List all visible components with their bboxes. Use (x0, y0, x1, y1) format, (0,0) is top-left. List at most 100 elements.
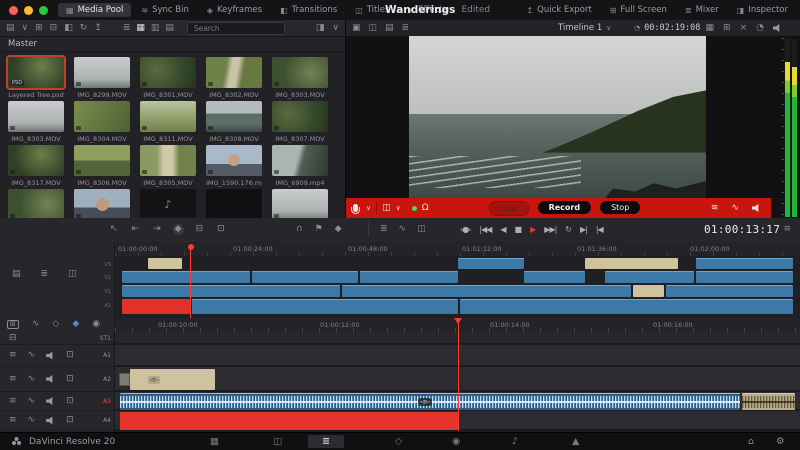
overview-playhead[interactable] (190, 244, 191, 318)
headphones-icon[interactable]: Ω (422, 203, 429, 213)
bin-breadcrumb[interactable]: Master (0, 37, 345, 52)
clip-thumbnail[interactable] (74, 101, 130, 132)
flag-icon[interactable]: ⚑ (315, 225, 323, 234)
play-to-out-button[interactable]: ▶| (580, 225, 587, 234)
video-tracks-icon[interactable]: ▤ (12, 270, 21, 279)
media-clip[interactable]: IMG_8311.MOV (140, 101, 196, 140)
timeline-options-icon[interactable]: ≣ (380, 225, 388, 234)
clip-thumbnail[interactable] (8, 145, 64, 176)
media-clip[interactable]: IMG_8301.MOV (140, 57, 196, 96)
overview-clip[interactable] (605, 271, 694, 283)
dynamic-trim-icon[interactable]: ⇥ (153, 225, 161, 234)
record-arm-icon[interactable]: ⊡ (66, 397, 74, 406)
dual-viewer-icon[interactable]: ◫ (369, 24, 378, 33)
effects-track-icon[interactable]: ◫ (68, 270, 77, 279)
snapping-icon[interactable]: ∩ (296, 225, 303, 234)
overview-tracks[interactable] (115, 256, 800, 318)
marker-icon[interactable]: ◆ (335, 225, 342, 234)
clip-thumbnail[interactable]: ♪ (140, 189, 196, 218)
razor-icon[interactable]: ◇ (52, 320, 59, 329)
overview-clip[interactable] (252, 271, 358, 283)
razor-tool-icon[interactable]: ◆ (173, 224, 184, 235)
scopes-icon[interactable]: ▤ (385, 24, 394, 33)
automation-mode-icon[interactable]: ≡ (9, 351, 17, 360)
media-clip[interactable] (8, 189, 64, 218)
page-edit-icon[interactable]: ≣ (308, 435, 344, 448)
clip-thumbnail[interactable] (8, 101, 64, 132)
topbar-button-inspector[interactable]: ◨Inspector (729, 3, 796, 17)
track-header-st1[interactable]: ⊟ST1 (0, 332, 114, 345)
playback-clock-icon[interactable]: ◔ (756, 24, 764, 33)
sort-chevron-icon[interactable]: ∨ (332, 24, 339, 33)
import-media-icon[interactable]: ⊞ (35, 24, 43, 33)
media-clip[interactable]: IMG_8306.MOV (74, 145, 130, 184)
mute-speaker-icon[interactable] (46, 397, 55, 405)
timeline-menu-icon[interactable]: ≡ (783, 225, 791, 234)
toolbox-icon[interactable]: ⊞ (7, 320, 19, 329)
track-header-a1[interactable]: ≡∿⊡A1 (0, 345, 114, 367)
clip-thumbnail[interactable] (140, 145, 196, 176)
clip-thumbnail[interactable] (272, 101, 328, 132)
zoom-window-button[interactable] (39, 6, 48, 15)
overview-clip[interactable] (585, 258, 678, 269)
automation-icon[interactable]: ∿ (399, 225, 407, 234)
automation-curves-icon[interactable]: ∿ (32, 320, 40, 329)
viewer-speaker-icon[interactable] (773, 24, 782, 32)
timeline-clip-wavetan[interactable] (742, 393, 795, 410)
smart-bin-icon[interactable]: ◧ (64, 24, 73, 33)
media-clip[interactable] (272, 189, 328, 218)
overview-clip[interactable] (696, 258, 793, 269)
overview-clip[interactable] (122, 285, 340, 297)
track-header-a4[interactable]: ≡∿⊡A4 (0, 411, 114, 431)
automation-mode-icon[interactable]: ≡ (9, 416, 17, 425)
clip-thumbnail[interactable] (206, 57, 262, 88)
page-deliver-icon[interactable]: ▲ (572, 436, 579, 447)
overview-clip[interactable] (122, 299, 190, 314)
bin-chevron-icon[interactable]: ∨ (22, 24, 29, 33)
automation-mode-icon[interactable]: ≡ (9, 375, 17, 384)
clip-thumbnail[interactable] (140, 101, 196, 132)
overview-clip[interactable] (696, 271, 793, 283)
stop-button[interactable]: ■ (515, 225, 522, 234)
new-bin-icon[interactable]: ⊟ (50, 24, 58, 33)
clip-thumbnail[interactable] (272, 189, 328, 218)
page-fairlight-icon[interactable]: ♪ (512, 436, 518, 447)
monitor-speaker-icon[interactable] (752, 204, 761, 212)
filmstrip-view-icon[interactable]: ▥ (151, 24, 160, 33)
media-clip[interactable] (206, 189, 262, 218)
overview-clip[interactable] (148, 258, 182, 269)
media-clip[interactable]: ♪ (140, 189, 196, 218)
clip-thumbnail[interactable] (8, 189, 64, 218)
overwrite-clip-icon[interactable]: ⊡ (217, 225, 225, 234)
sync-icon[interactable]: ↻ (80, 24, 88, 33)
clip-thumbnail[interactable] (206, 189, 262, 218)
clip-thumbnail[interactable] (74, 145, 130, 176)
clip-thumbnail[interactable] (272, 145, 328, 176)
media-clip[interactable]: IMG_8307.MOV (272, 101, 328, 140)
media-clip[interactable]: IMG_8303.MOV (272, 57, 328, 96)
patch-icon[interactable]: ∿ (731, 203, 739, 213)
bin-list-icon[interactable]: ▤ (6, 24, 15, 33)
media-clip[interactable]: IMG_8303.MOV (8, 101, 64, 140)
mic-chevron-icon[interactable]: ∨ (366, 204, 371, 212)
guides-menu-icon[interactable]: × (740, 24, 748, 33)
mute-speaker-icon[interactable] (46, 417, 55, 425)
track-header-a2[interactable]: ≡∿⊡A2 (0, 367, 114, 392)
timeline-clip-wave[interactable]: ◁▷ (120, 393, 740, 410)
clip-thumbnail[interactable] (74, 189, 130, 218)
overview-clip[interactable] (524, 271, 585, 283)
play-button[interactable]: ▶ (530, 225, 535, 234)
thumbnail-view-icon[interactable]: ▦ (136, 24, 145, 33)
timeline-clip-red[interactable] (120, 412, 458, 430)
close-window-button[interactable] (9, 6, 18, 15)
fader-icon[interactable]: ∿ (28, 351, 36, 360)
minimize-window-button[interactable] (24, 6, 33, 15)
fader-icon[interactable]: ∿ (28, 375, 36, 384)
jog-shuttle[interactable]: ‹●› (460, 225, 470, 234)
microphone-icon[interactable] (353, 204, 358, 212)
overview-clip[interactable] (633, 285, 664, 297)
slate-chevron-icon[interactable]: ∨ (396, 204, 401, 212)
media-clip[interactable]: IMG_8317.MOV (8, 145, 64, 184)
page-cut-icon[interactable]: ◫ (273, 436, 282, 447)
viewer-options-icon[interactable]: ≣ (402, 24, 410, 33)
